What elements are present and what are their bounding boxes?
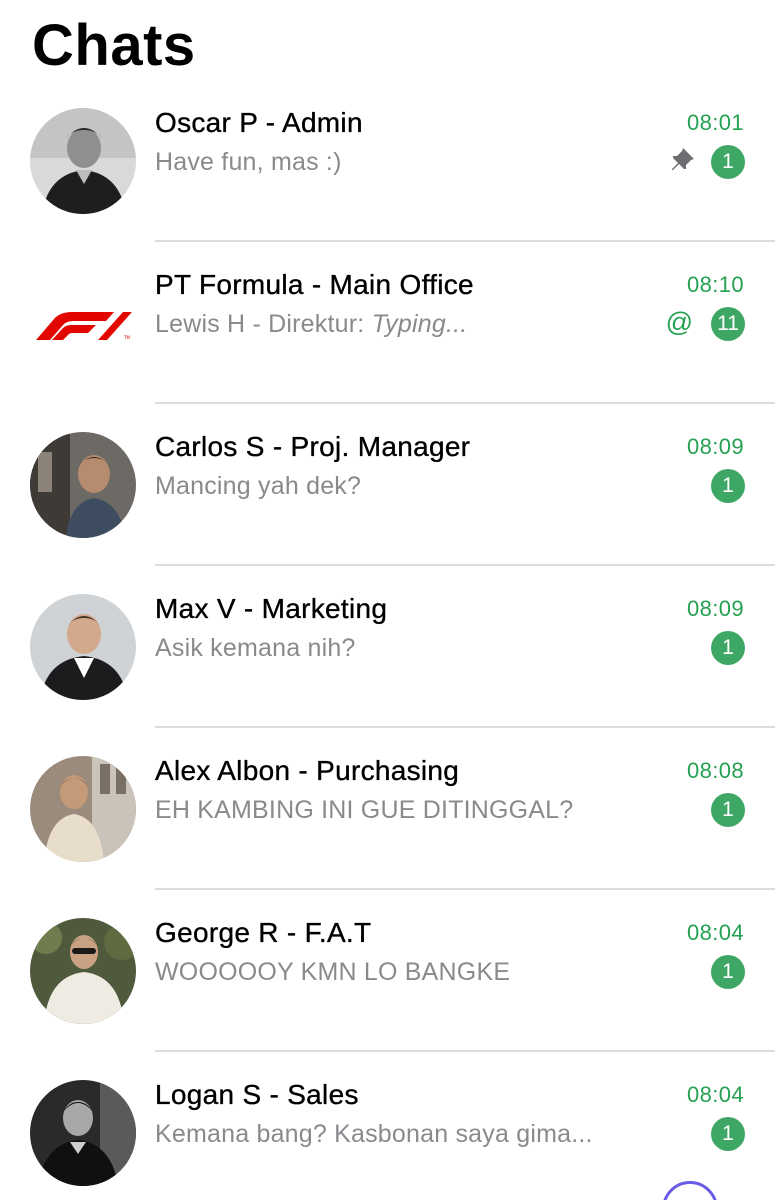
avatar[interactable] — [30, 756, 136, 862]
chat-time: 08:01 — [686, 110, 744, 135]
mention-icon: @ — [665, 307, 693, 337]
chat-name: PT Formula - Main Office — [155, 269, 474, 300]
page-title: Chats — [32, 13, 196, 78]
unread-badge: 11 — [711, 307, 745, 341]
chat-preview: Lewis H - Direktur: Typing... — [155, 308, 467, 340]
unread-badge: 1 — [711, 955, 745, 989]
pin-icon — [672, 148, 694, 170]
chat-time: 08:04 — [686, 1082, 744, 1107]
chat-preview: Mancing yah dek? — [155, 472, 362, 500]
avatar[interactable] — [30, 594, 136, 700]
svg-text:TM: TM — [123, 335, 130, 340]
f1-logo-icon[interactable]: TM — [32, 310, 134, 340]
chat-name: Carlos S - Proj. Manager — [155, 431, 471, 462]
chat-preview: Asik kemana nih? — [155, 634, 356, 662]
chat-list: Oscar P - Admin Have fun, mas :) 08:01 1… — [0, 80, 775, 1200]
chat-row-carlos[interactable]: Carlos S - Proj. Manager Mancing yah dek… — [0, 404, 775, 566]
avatar[interactable] — [30, 432, 136, 538]
chat-name: Oscar P - Admin — [155, 107, 363, 138]
chats-screen: Chats Oscar P - Admin Have fun, mas :) 0… — [0, 0, 775, 1200]
chat-preview: EH KAMBING INI GUE DITINGGAL? — [155, 796, 574, 824]
unread-badge: 1 — [711, 1117, 745, 1151]
preview-sender: Lewis H - Direktur: — [155, 310, 365, 338]
chat-name: Max V - Marketing — [155, 593, 388, 624]
chat-time: 08:10 — [686, 272, 744, 297]
chat-preview: Kemana bang? Kasbonan saya gima... — [155, 1120, 593, 1148]
unread-badge: 1 — [711, 793, 745, 827]
unread-badge: 1 — [711, 145, 745, 179]
avatar[interactable] — [30, 108, 136, 214]
chat-time: 08:09 — [686, 596, 744, 621]
unread-badge: 1 — [711, 469, 745, 503]
chat-row-max[interactable]: Max V - Marketing Asik kemana nih? 08:09… — [0, 566, 775, 728]
unread-badge: 1 — [711, 631, 745, 665]
chat-row-oscar[interactable]: Oscar P - Admin Have fun, mas :) 08:01 1 — [0, 80, 775, 242]
chat-row-logan[interactable]: Logan S - Sales Kemana bang? Kasbonan sa… — [0, 1052, 775, 1200]
chat-name: Logan S - Sales — [155, 1079, 359, 1110]
chat-row-george[interactable]: George R - F.A.T WOOOOOY KMN LO BANGKE 0… — [0, 890, 775, 1052]
chat-row-pt-formula[interactable]: TM PT Formula - Main Office Lewis H - Di… — [0, 242, 775, 404]
typing-indicator: Typing... — [371, 310, 468, 338]
chat-time: 08:08 — [686, 758, 744, 783]
chat-preview: Have fun, mas :) — [155, 148, 342, 176]
chat-time: 08:04 — [686, 920, 744, 945]
chat-name: George R - F.A.T — [155, 917, 372, 948]
chat-time: 08:09 — [686, 434, 744, 459]
chat-row-alex[interactable]: Alex Albon - Purchasing EH KAMBING INI G… — [0, 728, 775, 890]
chat-preview: WOOOOOY KMN LO BANGKE — [155, 958, 511, 986]
avatar[interactable] — [30, 1080, 136, 1186]
avatar[interactable] — [30, 918, 136, 1024]
chat-name: Alex Albon - Purchasing — [155, 755, 460, 786]
